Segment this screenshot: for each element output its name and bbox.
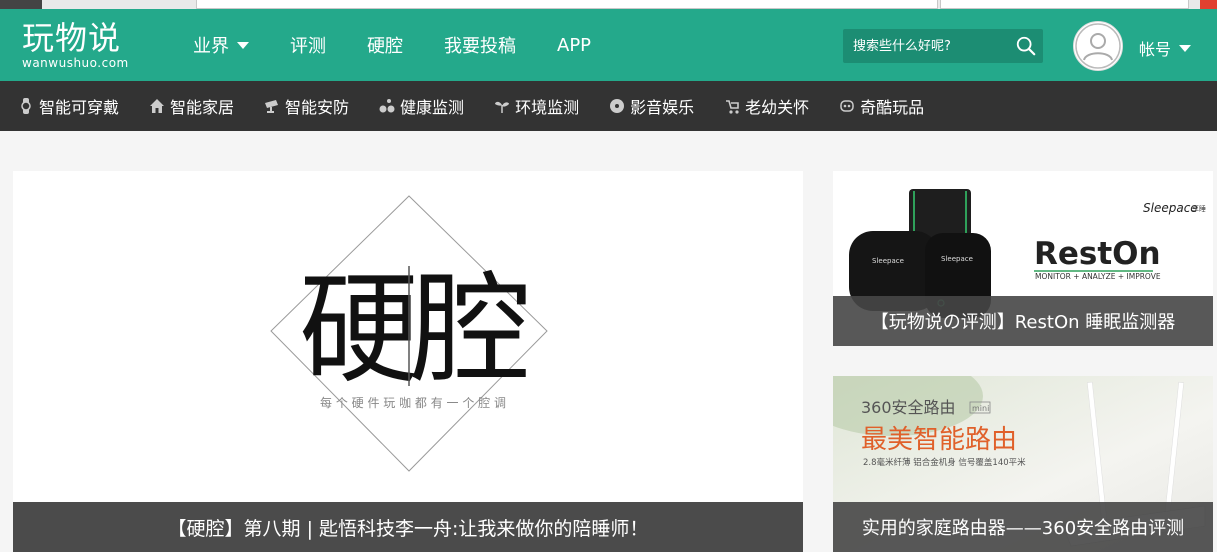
category-smart-home[interactable]: 智能家居 (149, 94, 234, 118)
side-article-reston[interactable]: Sleepace Sleepace Sleepace 享睡 RestOn MON… (833, 171, 1213, 346)
category-label: 影音娱乐 (630, 98, 695, 117)
brand-name: Sleepace (1143, 201, 1198, 215)
category-family-care[interactable]: 老幼关怀 (724, 94, 809, 118)
featured-article[interactable]: 硬 腔 每 个 硬 件 玩 咖 都 有 一 个 腔 调 【硬腔】第八期 | 匙悟… (13, 171, 803, 552)
sprout-icon (495, 101, 510, 113)
avatar[interactable] (1073, 21, 1123, 71)
browser-address-bar[interactable] (196, 0, 938, 9)
device-logo-1: Sleepace (872, 257, 904, 265)
watch-icon (21, 98, 31, 114)
category-label: 智能可穿戴 (39, 98, 120, 117)
ad-mini-badge: mini (972, 404, 989, 413)
house-icon (150, 99, 165, 113)
side-article-360-router[interactable]: 360安全路由 mini 最美智能路由 2.8毫米纤薄 铝合金机身 信号覆盖14… (833, 376, 1213, 552)
category-label: 健康监测 (400, 98, 465, 117)
browser-thumbnail (0, 0, 42, 9)
ad-title: 360安全路由 (861, 398, 956, 417)
category-cool-gadgets[interactable]: 奇酷玩品 (839, 94, 924, 118)
nav-item-label: 我要投稿 (444, 36, 516, 57)
category-environment[interactable]: 环境监测 (494, 94, 579, 118)
category-security[interactable]: 智能安防 (264, 94, 349, 118)
browser-close-button[interactable] (1200, 0, 1217, 9)
nav-item-industry[interactable]: 业界 (193, 32, 249, 58)
nav-item-yingqiang[interactable]: 硬腔 (367, 32, 403, 58)
robot-icon (840, 100, 854, 112)
product-tagline: MONITOR + ANALYZE + IMPROVE (1035, 272, 1161, 281)
search-icon[interactable] (1015, 35, 1037, 57)
category-label: 老幼关怀 (745, 98, 810, 117)
chevron-down-icon (1179, 44, 1192, 52)
nav-item-app[interactable]: APP (557, 35, 591, 56)
category-bar: 智能可穿戴 智能家居 智能安防 健康监测 环境监测 影音娱乐 老幼关怀 奇酷玩品 (0, 81, 1217, 131)
stroller-icon (726, 100, 739, 114)
art-tagline: 每 个 硬 件 玩 咖 都 有 一 个 腔 调 (320, 395, 506, 410)
side-article-title[interactable]: 【玩物说の评测】RestOn 睡眠监测器 (833, 296, 1213, 346)
category-label: 智能安防 (285, 98, 350, 117)
search-box (843, 29, 1043, 63)
nav-item-label: 业界 (193, 36, 229, 57)
ad-headline: 最美智能路由 (861, 425, 1017, 455)
nav-item-label: 评测 (290, 36, 326, 57)
brand-name-cn: 享睡 (1192, 204, 1206, 213)
site-logo[interactable]: 玩物说 wanwushuo.com (22, 21, 129, 69)
feature-banner-image: 硬 腔 每 个 硬 件 玩 咖 都 有 一 个 腔 调 (270, 195, 548, 472)
nav-item-reviews[interactable]: 评测 (290, 32, 326, 58)
site-header: 玩物说 wanwushuo.com 业界 评测 硬腔 我要投稿 APP 搜索些什… (0, 9, 1217, 81)
search-input[interactable] (843, 29, 1013, 63)
user-icon (1075, 23, 1121, 69)
category-label: 智能家居 (170, 98, 235, 117)
featured-article-title[interactable]: 【硬腔】第八期 | 匙悟科技李一舟:让我来做你的陪睡师！ (13, 502, 803, 552)
browser-search-bar[interactable] (940, 0, 1189, 9)
logo-text: 玩物说 (22, 19, 122, 57)
product-name: RestOn (1034, 236, 1161, 272)
device-logo-2: Sleepace (941, 255, 973, 263)
nav-item-label: 硬腔 (367, 36, 403, 57)
category-entertainment[interactable]: 影音娱乐 (609, 94, 694, 118)
category-label: 环境监测 (515, 98, 580, 117)
side-article-title[interactable]: 实用的家庭路由器——360安全路由评测 (833, 502, 1213, 552)
disc-icon (610, 99, 625, 113)
bike-icon (379, 99, 395, 113)
account-menu[interactable]: 帐号 (1139, 36, 1192, 60)
ad-subline: 2.8毫米纤薄 铝合金机身 信号覆盖140平米 (863, 457, 1026, 468)
nav-item-label: APP (557, 34, 592, 56)
category-wearables[interactable]: 智能可穿戴 (18, 94, 119, 118)
logo-domain: wanwushuo.com (22, 56, 129, 70)
chevron-down-icon (237, 41, 249, 49)
main-nav: 业界 评测 硬腔 我要投稿 APP (193, 9, 632, 81)
camera-icon (265, 100, 279, 113)
art-title-right: 腔 (411, 261, 531, 400)
account-label: 帐号 (1139, 40, 1172, 59)
art-title-left: 硬 (299, 261, 419, 400)
category-health[interactable]: 健康监测 (379, 94, 464, 118)
category-label: 奇酷玩品 (860, 98, 925, 117)
nav-item-submit[interactable]: 我要投稿 (444, 32, 516, 58)
